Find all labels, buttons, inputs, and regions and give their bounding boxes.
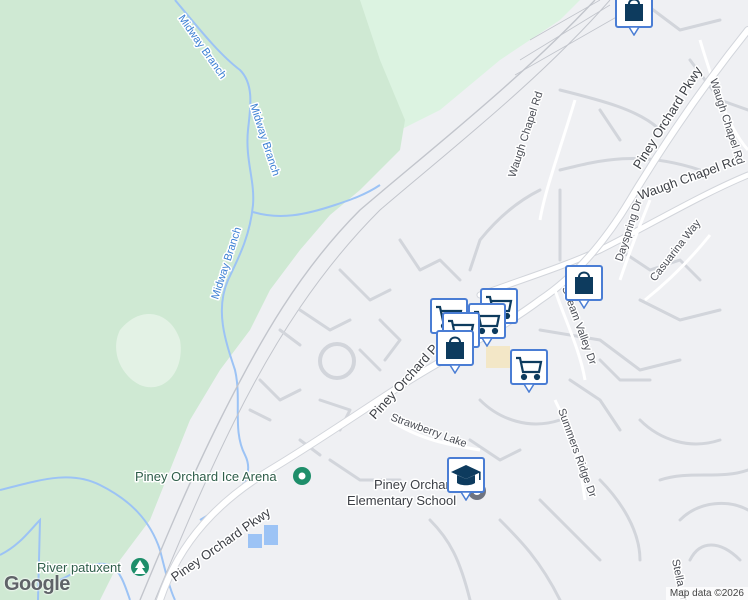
- shopping-bag-marker[interactable]: [565, 265, 603, 310]
- river-poi[interactable]: [131, 558, 149, 576]
- school-label-line1[interactable]: Piney Orchard: [373, 476, 459, 494]
- school-marker[interactable]: [447, 457, 485, 502]
- map-canvas[interactable]: Midway Branch Midway Branch Midway Branc…: [0, 0, 748, 600]
- map-attribution[interactable]: Map data ©2026: [665, 587, 748, 600]
- roundabout: [318, 342, 356, 380]
- school-label-line2[interactable]: Elementary School: [346, 492, 458, 510]
- shopping-bag-marker[interactable]: [615, 0, 653, 37]
- pond-1: [248, 534, 262, 548]
- shopping-center-area: [486, 346, 510, 368]
- ice-arena-label[interactable]: Piney Orchard Ice Arena: [134, 468, 279, 486]
- ice-arena-poi[interactable]: [293, 467, 311, 485]
- shopping-cart-marker[interactable]: [510, 349, 548, 394]
- shopping-bag-marker[interactable]: [436, 330, 474, 375]
- google-logo: Google: [4, 573, 70, 595]
- pond-2: [264, 525, 278, 545]
